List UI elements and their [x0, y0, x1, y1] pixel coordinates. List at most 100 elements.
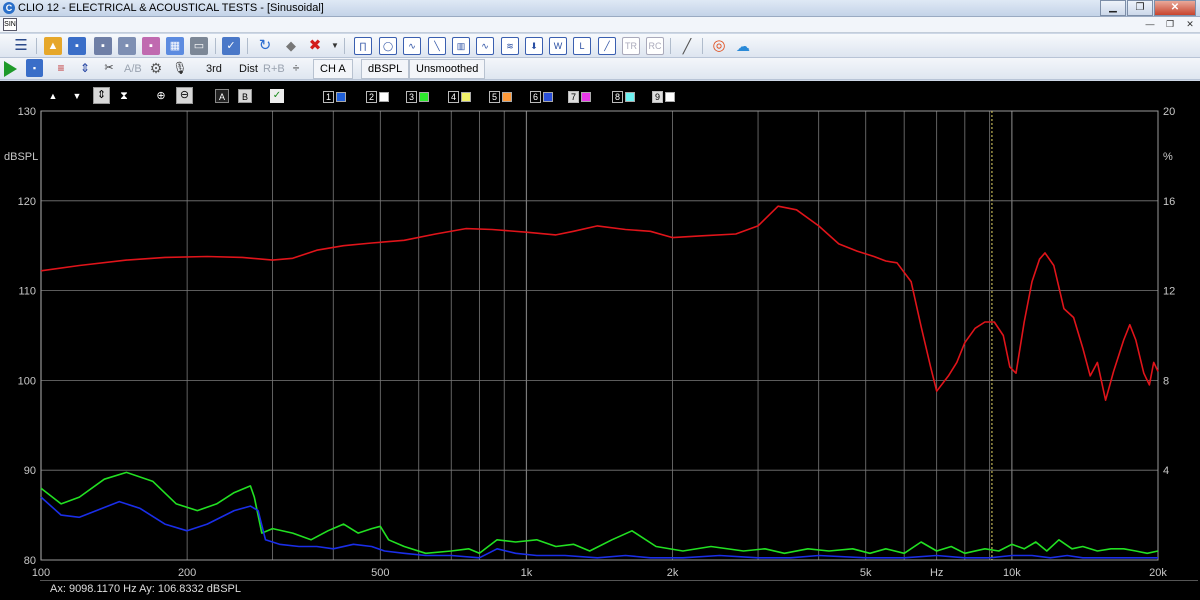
main-curve-checkbox[interactable]: ✓: [270, 89, 284, 103]
mdi-close-button[interactable]: ✕: [1182, 18, 1198, 31]
overlay-curve-color-swatch: [581, 91, 591, 102]
mdi-controls: — ❐ ✕: [1138, 18, 1198, 31]
window-controls: ▁ ❐ ✕: [1099, 0, 1196, 16]
y-tick-label: 110: [18, 286, 36, 298]
multimeter-icon[interactable]: ∏: [354, 37, 372, 55]
overlay-curve-4-button[interactable]: 4: [448, 90, 471, 103]
marker-icon[interactable]: ⇕: [76, 59, 94, 77]
scale-down-icon[interactable]: ▼: [70, 89, 84, 103]
overlay-curve-6-button[interactable]: 6: [530, 90, 553, 103]
refresh-icon[interactable]: ↻: [256, 37, 274, 55]
save-icon[interactable]: ▪: [68, 37, 86, 55]
overlay-curve-5-button[interactable]: 5: [489, 90, 512, 103]
rb-label: R+B: [263, 63, 285, 75]
overlay-curve-1-button[interactable]: 1: [323, 90, 346, 103]
settings-gear-icon[interactable]: ⚙: [147, 59, 165, 77]
save-measure-icon[interactable]: ▪: [26, 59, 43, 77]
main-toolbar: ☰ ▲ ▪ ▪ ▪ ▪ ▦ ▭ ✓ ↻ ◆ ✖ ▼ ∏ ◯ ∿ ╲ ▥ ∿ ≋ …: [0, 34, 1200, 58]
cursor-a-button[interactable]: A: [215, 89, 229, 103]
print-icon[interactable]: ▭: [190, 37, 208, 55]
expand-vertical-icon[interactable]: ⇕: [93, 87, 110, 104]
open-icon[interactable]: ▲: [44, 37, 62, 55]
overlay-curve-9-button[interactable]: 9: [652, 90, 675, 103]
save-as-icon[interactable]: ▪: [94, 37, 112, 55]
export-icon[interactable]: ▪: [118, 37, 136, 55]
third-octave-label[interactable]: 3rd: [206, 61, 222, 77]
eraser-icon[interactable]: ◆: [282, 37, 300, 55]
y2-tick-label: 20: [1163, 106, 1175, 118]
tools-icon[interactable]: ✂: [100, 59, 118, 77]
overlay-curve-8-button[interactable]: 8: [612, 90, 635, 103]
y2-axis-label: %: [1163, 151, 1173, 163]
checklist-icon[interactable]: ✓: [222, 37, 240, 55]
distortion-label[interactable]: Dist: [239, 61, 258, 77]
unit-selector[interactable]: dBSPL: [361, 59, 410, 79]
microphone-icon[interactable]: 🎙: [171, 59, 189, 77]
sinusoidal-icon[interactable]: ∿: [476, 37, 494, 55]
close-button[interactable]: ✕: [1154, 0, 1196, 16]
impulse-icon[interactable]: ⬇: [525, 37, 543, 55]
play-icon[interactable]: [4, 61, 17, 77]
x-tick-label: 10k: [1003, 567, 1021, 579]
overlay-curve-number: 4: [448, 90, 459, 103]
zoom-in-icon[interactable]: ⊕: [154, 89, 168, 103]
overlay-curve-color-swatch: [336, 91, 346, 102]
mdi-restore-button[interactable]: ❐: [1162, 18, 1178, 31]
rta-icon[interactable]: ▥: [452, 37, 470, 55]
scale-up-icon[interactable]: ▲: [46, 89, 60, 103]
mls-icon[interactable]: ≋: [501, 37, 519, 55]
compress-vertical-icon[interactable]: ⧗: [117, 89, 131, 103]
mdi-minimize-button[interactable]: —: [1142, 18, 1158, 31]
minimize-button[interactable]: ▁: [1100, 0, 1126, 16]
y-axis-label: dBSPL: [4, 151, 38, 163]
graph-toolbar: ▲ ▼ ⇕ ⧗ ⊕ ⊖ A B ✓ 1 2 3 4 5 6 7 8 9: [0, 84, 1200, 106]
channel-selector[interactable]: CH A: [313, 59, 353, 79]
help-icon[interactable]: ◎: [710, 37, 728, 55]
x-tick-label: 20k: [1149, 567, 1167, 579]
overlay-curve-color-swatch: [543, 91, 553, 102]
y-tick-label: 120: [18, 196, 36, 208]
mdi-menu-bar: SIN — ❐ ✕: [0, 17, 1200, 33]
linearity-icon[interactable]: ╱: [598, 37, 616, 55]
overlay-curve-number: 6: [530, 90, 541, 103]
split-icon[interactable]: ÷: [287, 59, 305, 77]
plot-border: [40, 110, 1159, 561]
x-tick-label: 100: [32, 567, 50, 579]
y-tick-label: 90: [24, 465, 36, 477]
frequency-response-chart[interactable]: 809010011012013048121620dBSPL %100 200 500 1…: [0, 81, 1200, 600]
waterfall-icon[interactable]: W: [549, 37, 567, 55]
overlay-curve-color-swatch: [665, 91, 675, 102]
overlay-curve-number: 7: [568, 90, 579, 103]
overlay-curve-color-swatch: [379, 91, 389, 102]
oscilloscope-icon[interactable]: ∿: [403, 37, 421, 55]
generator-icon[interactable]: ◯: [379, 37, 397, 55]
smoothing-selector[interactable]: Unsmoothed: [409, 59, 486, 79]
green-series-line: [40, 471, 1159, 555]
overlay-curve-number: 3: [406, 90, 417, 103]
measure-icon[interactable]: ╱: [678, 37, 696, 55]
overlay-curve-2-button[interactable]: 2: [366, 90, 389, 103]
y2-tick-label: 4: [1163, 465, 1169, 477]
zoom-out-icon[interactable]: ⊖: [176, 87, 193, 104]
y2-tick-label: 8: [1163, 375, 1169, 387]
overlay-curve-number: 8: [612, 90, 623, 103]
web-update-icon[interactable]: ☁: [734, 37, 752, 55]
overlay-curve-3-button[interactable]: 3: [406, 90, 429, 103]
document-icon[interactable]: SIN: [3, 18, 17, 31]
settings-bars-icon[interactable]: ≡: [52, 59, 70, 77]
notes-icon[interactable]: ▦: [166, 37, 184, 55]
cursor-b-button[interactable]: B: [238, 89, 252, 103]
restore-button[interactable]: ❐: [1127, 0, 1153, 16]
overlay-curve-color-swatch: [461, 91, 471, 102]
title-bar: C CLIO 12 - ELECTRICAL & ACOUSTICAL TEST…: [0, 0, 1200, 17]
overlay-curve-number: 2: [366, 90, 377, 103]
delete-icon[interactable]: ✖: [306, 37, 324, 55]
fft-icon[interactable]: ╲: [428, 37, 446, 55]
menu-icon[interactable]: ☰: [12, 37, 30, 55]
delete-dropdown-icon[interactable]: ▼: [326, 37, 344, 55]
y2-tick-label: 12: [1163, 286, 1175, 298]
leq-icon[interactable]: L: [573, 37, 591, 55]
overlay-curve-7-button[interactable]: 7: [568, 90, 591, 103]
cursor-readout: Ax: 9098.1170 Hz Ay: 106.8332 dBSPL: [50, 583, 242, 595]
export-image-icon[interactable]: ▪: [142, 37, 160, 55]
